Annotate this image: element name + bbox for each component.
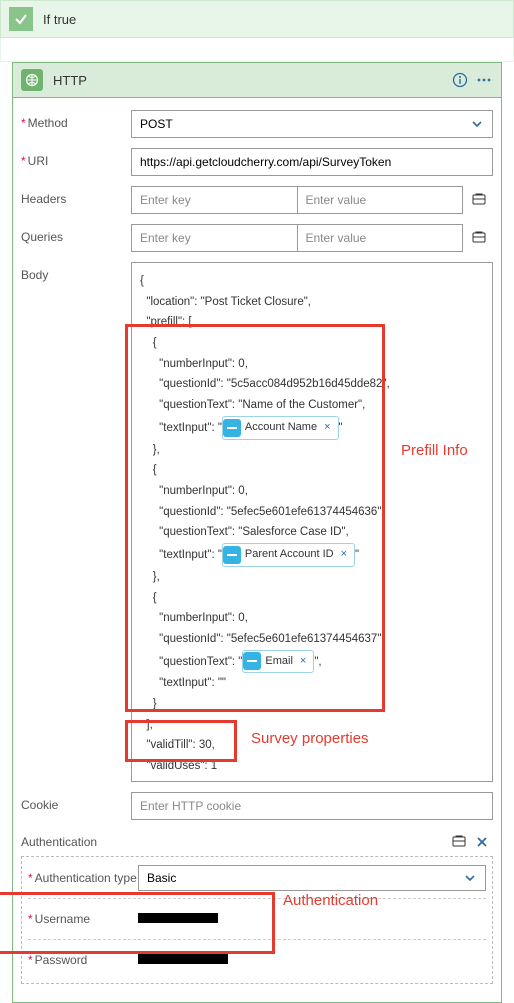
dynamic-content-icon	[223, 546, 241, 564]
http-card-title: HTTP	[53, 73, 445, 88]
headers-label: Headers	[21, 186, 131, 206]
password-input[interactable]	[138, 947, 486, 973]
auth-type-label: *Authentication type	[28, 871, 138, 885]
add-header-icon[interactable]	[471, 192, 493, 208]
uri-input[interactable]: https://api.getcloudcherry.com/api/Surve…	[131, 148, 493, 176]
header-value-input[interactable]: Enter value	[297, 186, 464, 214]
token-remove-icon[interactable]: ×	[321, 418, 333, 438]
username-input[interactable]	[138, 906, 486, 932]
auth-box: *Authentication type Basic *Us	[21, 856, 493, 984]
token-remove-icon[interactable]: ×	[338, 545, 350, 565]
uri-label: *URI	[21, 148, 131, 168]
cookie-input[interactable]: Enter HTTP cookie	[131, 792, 493, 820]
redacted-value	[138, 954, 228, 964]
method-label: *Method	[21, 110, 131, 130]
method-select[interactable]: POST	[131, 110, 493, 138]
globe-icon	[21, 69, 43, 91]
more-icon[interactable]	[475, 71, 493, 89]
http-card: HTTP *Method POST	[12, 62, 502, 1003]
query-key-input[interactable]: Enter key	[131, 224, 297, 252]
info-icon[interactable]	[451, 71, 469, 89]
token-email[interactable]: Email×	[242, 650, 314, 674]
method-value: POST	[140, 117, 173, 131]
dynamic-content-icon	[223, 419, 241, 437]
body-label: Body	[21, 262, 131, 282]
username-label: *Username	[28, 912, 138, 926]
cookie-label: Cookie	[21, 792, 131, 812]
redacted-value	[138, 913, 218, 923]
chevron-down-icon	[470, 117, 484, 131]
delete-auth-icon[interactable]	[475, 835, 493, 849]
dynamic-content-icon	[243, 652, 261, 670]
http-card-header[interactable]: HTTP	[13, 63, 501, 98]
auth-type-select[interactable]: Basic	[138, 865, 486, 891]
auth-section-label: Authentication	[21, 835, 97, 849]
query-value-input[interactable]: Enter value	[297, 224, 464, 252]
check-icon	[9, 7, 33, 31]
token-remove-icon[interactable]: ×	[297, 652, 309, 672]
switch-mode-icon[interactable]	[451, 834, 469, 850]
token-parent-account-id[interactable]: Parent Account ID×	[222, 543, 355, 567]
token-account-name[interactable]: Account Name×	[222, 416, 339, 440]
password-label: *Password	[28, 953, 138, 967]
chevron-down-icon	[463, 871, 477, 885]
body-input[interactable]: { "location": "Post Ticket Closure", "pr…	[131, 262, 493, 782]
header-key-input[interactable]: Enter key	[131, 186, 297, 214]
queries-label: Queries	[21, 224, 131, 244]
condition-header[interactable]: If true	[0, 0, 514, 38]
add-query-icon[interactable]	[471, 230, 493, 246]
condition-label: If true	[43, 12, 76, 27]
